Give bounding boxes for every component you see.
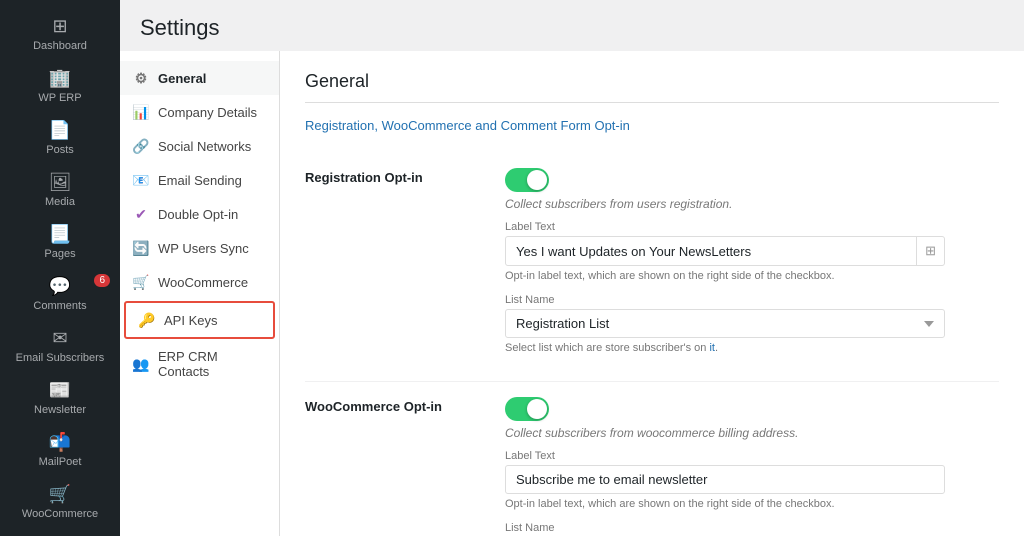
registration-label-text-group: Label Text ⊞ Opt-in label text, which ar… — [505, 221, 999, 282]
page-header: Settings — [120, 0, 1024, 51]
email-subscribers-icon: ✉ — [52, 328, 67, 349]
admin-sidebar: ⊞ Dashboard 🏢 WP ERP 📄 Posts 🖼 Media 📃 P… — [0, 0, 120, 536]
pages-icon: 📃 — [49, 224, 71, 245]
sidebar-item-comments[interactable]: 💬 Comments 6 — [0, 268, 120, 320]
comments-icon: 💬 — [49, 276, 71, 297]
settings-nav-double-opt-in[interactable]: ✔ Double Opt-in — [120, 197, 279, 231]
general-section-title: General — [305, 71, 999, 103]
main-wrapper: Settings ⚙ General 📊 Company Details 🔗 S… — [120, 0, 1024, 536]
sidebar-item-dashboard-label: Dashboard — [33, 40, 87, 52]
woocommerce-opt-in-controls: Collect subscribers from woocommerce bil… — [505, 397, 999, 536]
woocommerce-label-text-hint: Opt-in label text, which are shown on th… — [505, 498, 999, 510]
email-sending-icon: 📧 — [132, 171, 150, 189]
breadcrumb-text: Registration, WooCommerce and Comment Fo… — [305, 118, 999, 133]
registration-opt-in-row: Registration Opt-in Collect subscribers … — [305, 153, 999, 382]
sidebar-menu: ⊞ Dashboard 🏢 WP ERP 📄 Posts 🖼 Media 📃 P… — [0, 0, 120, 536]
social-networks-icon: 🔗 — [132, 137, 150, 155]
woocommerce-icon: 🛒 — [49, 484, 71, 505]
sidebar-item-posts[interactable]: 📄 Posts — [0, 112, 120, 164]
page-title: Settings — [140, 15, 1004, 41]
double-opt-in-icon: ✔ — [132, 205, 150, 223]
registration-list-name-group: List Name Registration List Select list … — [505, 294, 999, 354]
settings-nav-wp-users-sync[interactable]: 🔄 WP Users Sync — [120, 231, 279, 265]
registration-list-name-hint: Select list which are store subscriber's… — [505, 342, 999, 354]
registration-label-text-hint: Opt-in label text, which are shown on th… — [505, 270, 999, 282]
woocommerce-label-text-label: Label Text — [505, 450, 999, 462]
sidebar-item-newsletter[interactable]: 📰 Newsletter — [0, 372, 120, 424]
posts-icon: 📄 — [49, 120, 71, 141]
sidebar-item-media[interactable]: 🖼 Media — [0, 164, 120, 216]
breadcrumb-link[interactable]: Registration, WooCommerce and Comment Fo… — [305, 118, 630, 133]
wp-users-sync-icon: 🔄 — [132, 239, 150, 257]
sidebar-item-pages[interactable]: 📃 Pages — [0, 216, 120, 268]
registration-label-text-label: Label Text — [505, 221, 999, 233]
settings-nav-woocommerce[interactable]: 🛒 WooCommerce — [120, 265, 279, 299]
settings-nav-general[interactable]: ⚙ General — [120, 61, 279, 95]
registration-label-text-input-wrapper: ⊞ — [505, 236, 945, 266]
sidebar-item-mailpoet[interactable]: 📬 MailPoet — [0, 424, 120, 476]
registration-list-name-select[interactable]: Registration List — [505, 309, 945, 338]
settings-nav-social-networks[interactable]: 🔗 Social Networks — [120, 129, 279, 163]
settings-nav-email-sending[interactable]: 📧 Email Sending — [120, 163, 279, 197]
text-input-copy-icon: ⊞ — [916, 237, 944, 265]
woocommerce-list-name-group: List Name Select Lists Select list which… — [505, 522, 999, 536]
woocommerce-label-text-input[interactable] — [505, 465, 945, 494]
woocommerce-label-text-group: Label Text Opt-in label text, which are … — [505, 450, 999, 510]
woocommerce-toggle[interactable] — [505, 397, 549, 421]
registration-description: Collect subscribers from users registrat… — [505, 197, 999, 211]
dashboard-icon: ⊞ — [52, 16, 67, 37]
settings-nav-api-keys[interactable]: 🔑 API Keys — [124, 301, 275, 339]
sidebar-item-products[interactable]: 📦 Products — [0, 528, 120, 536]
registration-hint-link[interactable]: it — [709, 342, 715, 354]
sidebar-item-woocommerce[interactable]: 🛒 WooCommerce — [0, 476, 120, 528]
api-keys-icon: 🔑 — [138, 311, 156, 329]
mailpoet-icon: 📬 — [49, 432, 71, 453]
sidebar-item-wp-erp[interactable]: 🏢 WP ERP — [0, 60, 120, 112]
content-area: ⚙ General 📊 Company Details 🔗 Social Net… — [120, 51, 1024, 536]
woocommerce-description: Collect subscribers from woocommerce bil… — [505, 426, 999, 440]
registration-toggle[interactable] — [505, 168, 549, 192]
company-details-icon: 📊 — [132, 103, 150, 121]
newsletter-icon: 📰 — [49, 380, 71, 401]
registration-opt-in-label: Registration Opt-in — [305, 168, 505, 185]
sidebar-item-email-subscribers[interactable]: ✉ Email Subscribers — [0, 320, 120, 372]
registration-list-name-label: List Name — [505, 294, 999, 306]
registration-label-text-input[interactable] — [506, 238, 916, 265]
settings-sidebar: ⚙ General 📊 Company Details 🔗 Social Net… — [120, 51, 280, 536]
woocommerce-opt-in-label: WooCommerce Opt-in — [305, 397, 505, 414]
settings-content: General Registration, WooCommerce and Co… — [280, 51, 1024, 536]
sidebar-item-dashboard[interactable]: ⊞ Dashboard — [0, 8, 120, 60]
general-icon: ⚙ — [132, 69, 150, 87]
settings-nav-company-details[interactable]: 📊 Company Details — [120, 95, 279, 129]
wp-erp-icon: 🏢 — [49, 68, 71, 89]
erp-crm-icon: 👥 — [132, 355, 150, 373]
media-icon: 🖼 — [49, 172, 72, 193]
registration-toggle-wrapper — [505, 168, 999, 192]
comments-badge: 6 — [94, 274, 110, 287]
woocommerce-nav-icon: 🛒 — [132, 273, 150, 291]
woocommerce-toggle-wrapper — [505, 397, 999, 421]
registration-opt-in-controls: Collect subscribers from users registrat… — [505, 168, 999, 366]
settings-nav-erp-crm[interactable]: 👥 ERP CRM Contacts — [120, 341, 279, 387]
woocommerce-opt-in-row: WooCommerce Opt-in Collect subscribers f… — [305, 382, 999, 536]
woocommerce-list-name-label: List Name — [505, 522, 999, 534]
